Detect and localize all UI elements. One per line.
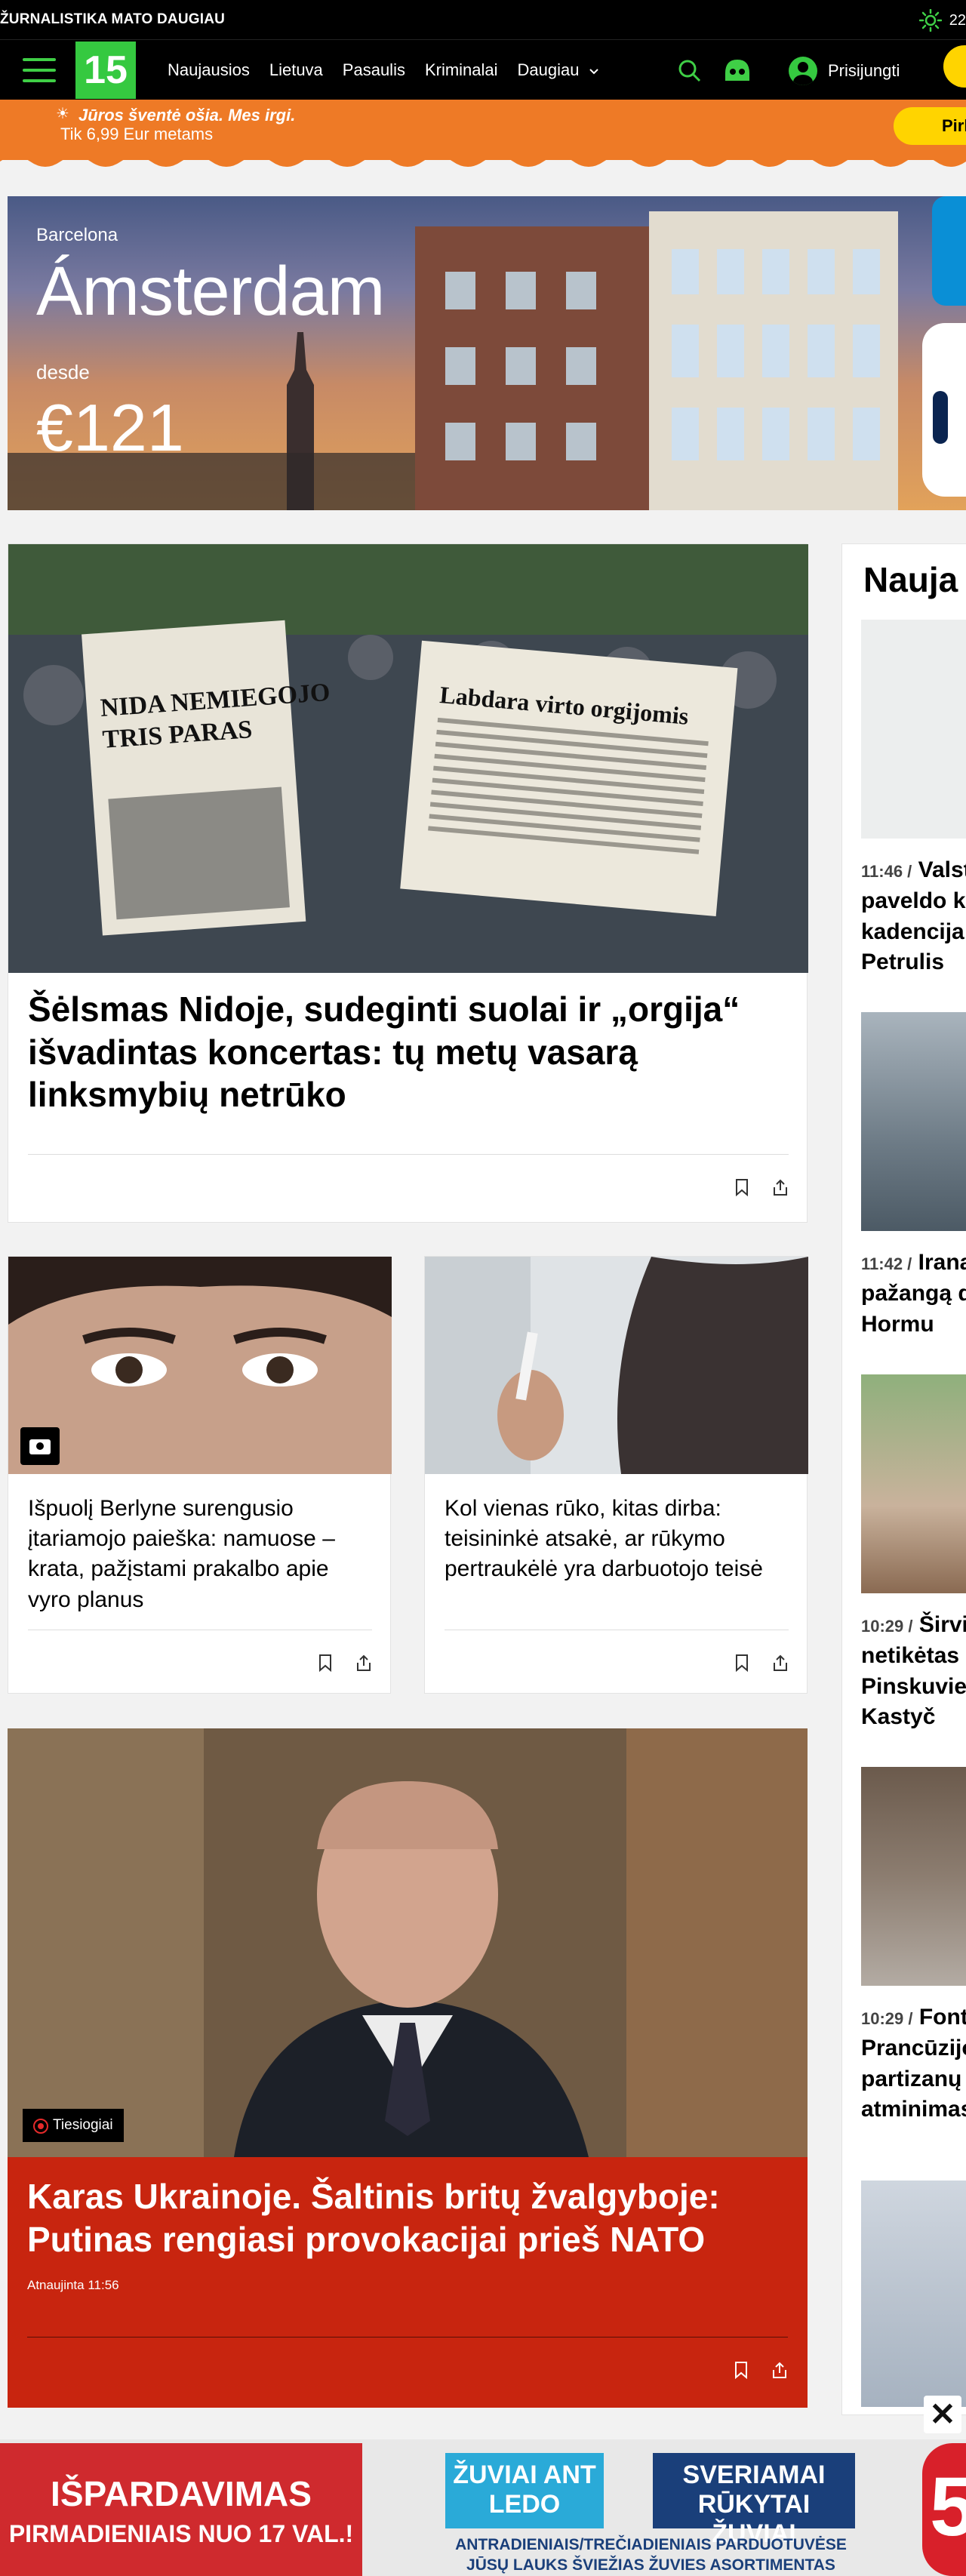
- main-nav: 15 Naujausios Lietuva Pasaulis Kriminala…: [0, 39, 966, 100]
- chevron-down-icon: [589, 69, 598, 75]
- temperature: 22: [949, 11, 966, 29]
- sparkle-icon: ☀: [56, 106, 69, 122]
- main-article-card[interactable]: NIDA NEMIEGOJO TRIS PARAS Labdara virto …: [8, 543, 808, 1223]
- promo-line2: Tik 6,99 Eur metams: [60, 125, 214, 143]
- article-image: [8, 1257, 392, 1474]
- search-icon[interactable]: [675, 57, 703, 84]
- sidebar-thumb[interactable]: [861, 1374, 966, 1593]
- top-strip: ŽURNALISTIKA MATO DAUGIAU 22: [0, 0, 966, 39]
- ad-fish-note: ANTRADIENIAIS/TREČIADIENIAIS PARDUOTUVĖS…: [441, 2534, 860, 2576]
- ad-note-line2: JŪSŲ LAUKS ŠVIEŽIAS ŽUVIES ASORTIMENTAS: [466, 2556, 835, 2574]
- main-article-title[interactable]: Šėlsmas Nidoje, sudeginti suolai ir „org…: [28, 988, 783, 1116]
- nav-icons: [675, 57, 752, 84]
- nav-link-lietuva[interactable]: Lietuva: [269, 60, 323, 80]
- gallery-icon: [20, 1427, 60, 1465]
- banner-cta-box[interactable]: [922, 323, 966, 497]
- sidebar-item[interactable]: 10:29 / Font Prancūzijo partizanų atmini…: [861, 2002, 966, 2125]
- promo-buy-button[interactable]: Pirk: [894, 107, 966, 145]
- reader-icon[interactable]: [722, 57, 752, 84]
- article-image: [425, 1257, 808, 1474]
- ad-brand-badge: 5: [922, 2443, 966, 2576]
- nav-link-daugiau[interactable]: Daugiau: [518, 60, 599, 80]
- banner-brand-box: [932, 196, 966, 306]
- article-actions: [734, 2361, 788, 2379]
- sidebar-thumb[interactable]: [861, 620, 966, 839]
- article-actions: [734, 1178, 789, 1196]
- sidebar-heading: Nauja: [863, 560, 958, 599]
- login-button[interactable]: Prisijungti: [789, 57, 900, 85]
- banner-price: €121: [36, 390, 184, 465]
- nav-link-pasaulis[interactable]: Pasaulis: [343, 60, 405, 80]
- article-card-berlin[interactable]: Išpuolį Berlyne surengusio įtariamojo pa…: [8, 1256, 392, 1694]
- nav-links: Naujausios Lietuva Pasaulis Kriminalai D…: [168, 40, 599, 100]
- weather-widget[interactable]: 22: [918, 9, 966, 32]
- updated-time: Atnaujinta 11:56: [27, 2278, 119, 2292]
- bookmark-icon[interactable]: [318, 1654, 333, 1672]
- sidebar-thumb[interactable]: [861, 2181, 966, 2407]
- share-icon[interactable]: [355, 1654, 372, 1672]
- live-article-title[interactable]: Karas Ukrainoje. Šaltinis britų žvalgybo…: [27, 2175, 789, 2261]
- item-time: 10:29 /: [861, 2009, 913, 2028]
- bottom-ad-bar[interactable]: IŠPARDAVIMAS PIRMADIENIAIS NUO 17 VAL.! …: [0, 2439, 966, 2576]
- share-icon[interactable]: [771, 2361, 788, 2379]
- ad-sale-block[interactable]: IŠPARDAVIMAS PIRMADIENIAIS NUO 17 VAL.!: [0, 2443, 362, 2576]
- promo-line1: Jūros šventė ošia. Mes irgi.: [78, 106, 296, 125]
- sidebar-thumb[interactable]: [861, 1012, 966, 1231]
- close-ad-button[interactable]: ✕: [924, 2396, 961, 2433]
- item-time: 11:46 /: [861, 862, 912, 881]
- article-actions: [734, 1654, 789, 1672]
- item-time: 11:42 /: [861, 1254, 912, 1273]
- article-image: NIDA NEMIEGOJO TRIS PARAS Labdara virto …: [8, 544, 808, 973]
- live-badge: Tiesiogiai: [23, 2109, 124, 2142]
- travel-banner-ad[interactable]: Barcelona Ámsterdam desde €121: [8, 196, 966, 510]
- user-icon: [789, 57, 817, 85]
- bookmark-icon[interactable]: [734, 1178, 749, 1196]
- live-article-card[interactable]: Tiesiogiai Karas Ukrainoje. Šaltinis bri…: [8, 1728, 808, 2408]
- banner-from-label: desde: [36, 361, 90, 383]
- menu-icon[interactable]: [23, 58, 56, 82]
- banner-eyebrow: Barcelona: [36, 225, 118, 245]
- share-icon[interactable]: [772, 1178, 789, 1196]
- article-title[interactable]: Išpuolį Berlyne surengusio įtariamojo pa…: [28, 1494, 375, 1615]
- article-image: [8, 1728, 808, 2157]
- banner-city: Ámsterdam: [36, 253, 385, 330]
- bookmark-icon[interactable]: [734, 1654, 749, 1672]
- sidebar-thumb[interactable]: [861, 1767, 966, 1986]
- article-card-smoking[interactable]: Kol vienas rūko, kitas dirba: teisininkė…: [424, 1256, 808, 1694]
- latest-news-sidebar: Nauja 11:46 / Valst paveldo k kadencija …: [841, 543, 966, 2415]
- nav-link-kriminalai[interactable]: Kriminalai: [425, 60, 498, 80]
- tagline: ŽURNALISTIKA MATO DAUGIAU: [0, 11, 226, 27]
- ad-note-line1: ANTRADIENIAIS/TREČIADIENIAIS PARDUOTUVĖS…: [455, 2536, 847, 2553]
- sidebar-item[interactable]: 10:29 / Širvi netikėtas Pinskuvie su Kas…: [861, 1610, 966, 1733]
- site-logo[interactable]: 15: [75, 42, 136, 99]
- sun-icon: [918, 9, 942, 32]
- ad-smoked-fish: SVERIAMAI RŪKYTAI ŽUVIAI: [653, 2453, 855, 2548]
- share-icon[interactable]: [772, 1654, 789, 1672]
- ad-sale-subtitle: PIRMADIENIAIS NUO 17 VAL.!: [8, 2520, 354, 2547]
- sidebar-item[interactable]: 11:46 / Valst paveldo k kadencija Petrul…: [861, 855, 966, 978]
- nav-link-daugiau-label: Daugiau: [517, 60, 580, 79]
- article-title[interactable]: Kol vienas rūko, kitas dirba: teisininkė…: [445, 1494, 792, 1585]
- wave-divider: [0, 155, 966, 167]
- item-time: 10:29 /: [861, 1617, 913, 1636]
- article-actions: [318, 1654, 372, 1672]
- ad-fish-ice: ŽUVIAI ANT LEDO: [445, 2453, 604, 2528]
- login-label: Prisijungti: [828, 61, 900, 80]
- bookmark-icon[interactable]: [734, 2361, 749, 2379]
- nav-link-naujausios[interactable]: Naujausios: [168, 60, 250, 80]
- sidebar-item[interactable]: 11:42 / Irana pažangą d dėl Hormu: [861, 1248, 966, 1340]
- ad-sale-title: IŠPARDAVIMAS: [51, 2474, 312, 2513]
- promo-strip[interactable]: ☀ Jūros šventė ošia. Mes irgi. Tik 6,99 …: [0, 100, 966, 160]
- divider: [28, 1154, 789, 1155]
